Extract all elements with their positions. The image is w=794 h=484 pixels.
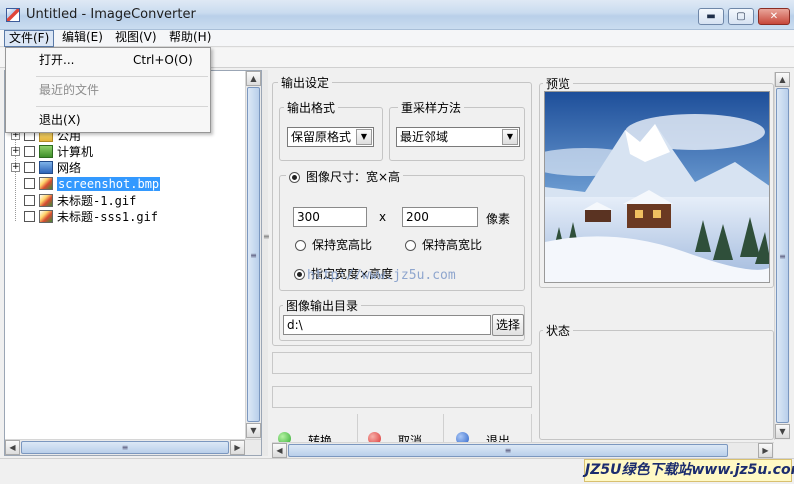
- scroll-down-icon[interactable]: ▼: [775, 424, 790, 439]
- main-vertical-scrollbar[interactable]: ▲ ≡ ▼: [774, 72, 790, 440]
- tree-horizontal-scrollbar[interactable]: ◀ ≡ ▶: [5, 439, 261, 455]
- window-title: Untitled - ImageConverter: [26, 7, 196, 22]
- scroll-up-icon[interactable]: ▲: [775, 72, 790, 87]
- tree-item-computer[interactable]: + 计算机: [11, 143, 93, 159]
- chevron-down-icon[interactable]: ▼: [356, 129, 372, 145]
- menu-item-open-label: 打开...: [39, 53, 75, 67]
- progress-area: [272, 352, 532, 374]
- menu-help[interactable]: 帮助(H): [165, 30, 215, 47]
- scroll-thumb[interactable]: ≡: [21, 441, 229, 454]
- height-input[interactable]: 200: [402, 207, 478, 227]
- tree-item-file[interactable]: 未标题-sss1.gif: [11, 208, 158, 224]
- scroll-right-icon[interactable]: ▶: [230, 440, 245, 455]
- image-file-icon: [39, 194, 53, 207]
- tree-item-file[interactable]: screenshot.bmp: [11, 176, 161, 192]
- watermark-banner: JZ5U绿色下载站www.jz5u.com: [584, 459, 794, 482]
- menu-view[interactable]: 视图(V): [111, 30, 161, 47]
- app-icon: [6, 8, 20, 22]
- size-option-label: 图像尺寸：宽×高: [306, 170, 401, 184]
- menu-item-open-shortcut: Ctrl+O(O): [133, 53, 193, 67]
- scroll-thumb[interactable]: ≡: [247, 87, 260, 422]
- expand-icon[interactable]: +: [11, 147, 20, 156]
- radio-unselected[interactable]: [295, 240, 306, 251]
- main-horizontal-scrollbar[interactable]: ◀ ≡ ▶: [272, 442, 774, 458]
- scroll-left-icon[interactable]: ◀: [272, 443, 287, 458]
- tree-vertical-scrollbar[interactable]: ▲ ≡ ▼: [245, 71, 261, 439]
- scroll-left-icon[interactable]: ◀: [5, 440, 20, 455]
- menu-bar: 文件(F) 编辑(E) 视图(V) 帮助(H): [0, 30, 794, 47]
- close-button[interactable]: ✕: [758, 8, 790, 25]
- format-select[interactable]: 保留原格式 ▼: [287, 127, 374, 147]
- tree-item-label: 未标题-1.gif: [57, 194, 137, 208]
- menu-item-recent: 最近的文件: [39, 83, 100, 97]
- menu-file[interactable]: 文件(F): [4, 30, 55, 47]
- snow-landscape-image: [545, 92, 769, 282]
- resample-select-value: 最近邻域: [400, 130, 449, 144]
- tree-item-label: 计算机: [57, 145, 94, 159]
- keep-hw-label: 保持高宽比: [422, 238, 483, 252]
- radio-selected[interactable]: [294, 269, 305, 280]
- tree-item-label: 未标题-sss1.gif: [57, 210, 159, 224]
- times-label: x: [379, 210, 387, 224]
- scroll-thumb[interactable]: ≡: [288, 444, 728, 457]
- keep-wh-radio[interactable]: 保持宽高比: [295, 236, 372, 253]
- menu-separator: [36, 76, 208, 77]
- keep-hw-radio[interactable]: 保持高宽比: [405, 236, 482, 253]
- file-dropdown-menu: 打开... Ctrl+O(O) 最近的文件 退出(X): [5, 47, 211, 133]
- resample-label: 重采样方法: [398, 99, 465, 116]
- image-file-icon: [39, 177, 53, 190]
- radio-selected[interactable]: [289, 172, 300, 183]
- convert-button[interactable]: 转换: [272, 414, 358, 448]
- size-option-radio[interactable]: 图像尺寸：宽×高: [286, 168, 404, 185]
- minimize-button[interactable]: ▬: [698, 8, 724, 25]
- panel-splitter[interactable]: ≡: [262, 70, 270, 456]
- cancel-button[interactable]: 取消: [362, 414, 444, 448]
- tree-item-label: 网络: [57, 161, 82, 175]
- image-file-icon: [39, 210, 53, 223]
- output-settings-title: 输出设定: [278, 74, 333, 91]
- radio-unselected[interactable]: [405, 240, 416, 251]
- tree-item-network[interactable]: + 网络: [11, 159, 81, 175]
- menu-item-open[interactable]: 打开... Ctrl+O(O): [6, 50, 210, 70]
- exit-button[interactable]: 退出: [450, 414, 532, 448]
- info-area: [272, 386, 532, 408]
- scroll-up-icon[interactable]: ▲: [246, 71, 261, 86]
- network-icon: [39, 161, 53, 174]
- tree-checkbox[interactable]: [24, 146, 35, 157]
- format-label: 输出格式: [284, 99, 339, 116]
- tree-item-file[interactable]: 未标题-1.gif: [11, 192, 136, 208]
- menu-edit[interactable]: 编辑(E): [58, 30, 107, 47]
- output-dir-input[interactable]: d:\: [283, 315, 491, 335]
- scroll-right-icon[interactable]: ▶: [758, 443, 773, 458]
- status-label: 状态: [543, 322, 574, 339]
- keep-wh-label: 保持宽高比: [312, 238, 373, 252]
- output-dir-label: 图像输出目录: [283, 297, 362, 314]
- expand-icon[interactable]: +: [11, 163, 20, 172]
- format-select-value: 保留原格式: [291, 130, 352, 144]
- scroll-thumb[interactable]: ≡: [776, 88, 789, 423]
- unit-label: 像素: [486, 212, 511, 226]
- tree-item-label-selected: screenshot.bmp: [57, 176, 161, 191]
- resample-select[interactable]: 最近邻域 ▼: [396, 127, 520, 147]
- tree-checkbox[interactable]: [24, 195, 35, 206]
- chevron-down-icon[interactable]: ▼: [502, 129, 518, 145]
- width-input[interactable]: 300: [293, 207, 367, 227]
- browse-button[interactable]: 选择: [492, 314, 524, 336]
- status-group: [539, 330, 774, 440]
- tree-checkbox[interactable]: [24, 211, 35, 222]
- preview-label: 预览: [543, 75, 574, 92]
- menu-item-exit[interactable]: 退出(X): [6, 110, 210, 130]
- computer-icon: [39, 145, 53, 158]
- scroll-down-icon[interactable]: ▼: [246, 423, 261, 438]
- title-bar: Untitled - ImageConverter ▬ ▢ ✕: [0, 0, 794, 30]
- tree-checkbox[interactable]: [24, 162, 35, 173]
- menu-separator: [36, 106, 208, 107]
- watermark-url: http://www.jz5u.com: [307, 268, 456, 283]
- tree-checkbox[interactable]: [24, 178, 35, 189]
- preview-image: [544, 91, 770, 283]
- maximize-button[interactable]: ▢: [728, 8, 754, 25]
